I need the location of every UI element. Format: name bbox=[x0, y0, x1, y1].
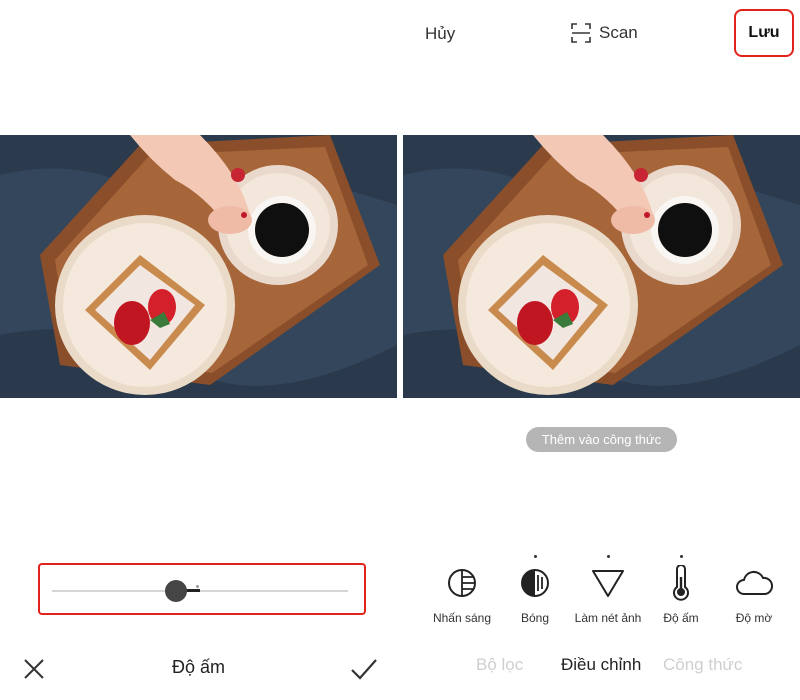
scan-label: Scan bbox=[599, 23, 638, 42]
tool-warmth[interactable]: Độ ấm bbox=[641, 553, 721, 625]
tab-filters[interactable]: Bộ lọc bbox=[476, 655, 523, 675]
adjust-top-bar: Hủy Scan Lưu bbox=[403, 0, 800, 70]
app-screen: Độ ấm Hủy Scan Lưu Thêm vào công thức Nh… bbox=[0, 0, 800, 700]
checkmark-icon[interactable] bbox=[350, 657, 378, 681]
modified-indicator bbox=[641, 553, 721, 561]
tool-blur[interactable]: Độ mờ bbox=[714, 553, 794, 625]
scan-button[interactable]: Scan bbox=[571, 21, 638, 45]
sharpen-icon bbox=[592, 570, 624, 597]
photo-preview-adjust bbox=[403, 135, 800, 398]
modified-indicator bbox=[422, 553, 502, 561]
shadow-icon bbox=[521, 569, 549, 597]
slider-track[interactable] bbox=[52, 590, 348, 592]
save-button[interactable]: Lưu bbox=[734, 9, 794, 57]
tool-label: Làm nét ảnh bbox=[574, 611, 642, 625]
warmth-slider-highlight bbox=[38, 563, 366, 615]
mode-tabs: Bộ lọc Điều chỉnh Công thức bbox=[403, 655, 800, 685]
tab-recipes[interactable]: Công thức bbox=[663, 655, 742, 675]
modified-indicator bbox=[568, 553, 648, 561]
thermometer-icon bbox=[673, 565, 689, 601]
slider-knob[interactable] bbox=[165, 580, 188, 602]
cancel-button[interactable]: Hủy bbox=[425, 24, 455, 44]
tool-label: Độ ấm bbox=[663, 611, 699, 625]
adjust-tools-row: Nhấn sáng Bóng Làm nét ảnh Độ ấm Độ mờ bbox=[403, 553, 800, 633]
tool-label: Độ mờ bbox=[735, 611, 773, 625]
tool-name: Độ ấm bbox=[171, 657, 225, 677]
tool-sharpen[interactable]: Làm nét ảnh bbox=[568, 553, 648, 625]
edit-bottom-bar: Độ ấm bbox=[0, 645, 397, 693]
tool-label: Bóng bbox=[520, 611, 550, 625]
modified-indicator bbox=[714, 553, 794, 561]
tab-adjust[interactable]: Điều chỉnh bbox=[561, 655, 641, 675]
photo-preview-edit bbox=[0, 135, 397, 398]
tool-shadow[interactable]: Bóng bbox=[495, 553, 575, 625]
add-to-recipe-button[interactable]: Thêm vào công thức bbox=[526, 427, 677, 452]
slider-center-dot bbox=[196, 585, 199, 588]
modified-indicator bbox=[495, 553, 575, 561]
tool-highlight[interactable]: Nhấn sáng bbox=[422, 553, 502, 625]
scan-icon bbox=[571, 23, 591, 43]
cloud-icon bbox=[736, 570, 773, 595]
tool-label: Nhấn sáng bbox=[432, 611, 492, 625]
highlight-icon bbox=[448, 569, 476, 597]
